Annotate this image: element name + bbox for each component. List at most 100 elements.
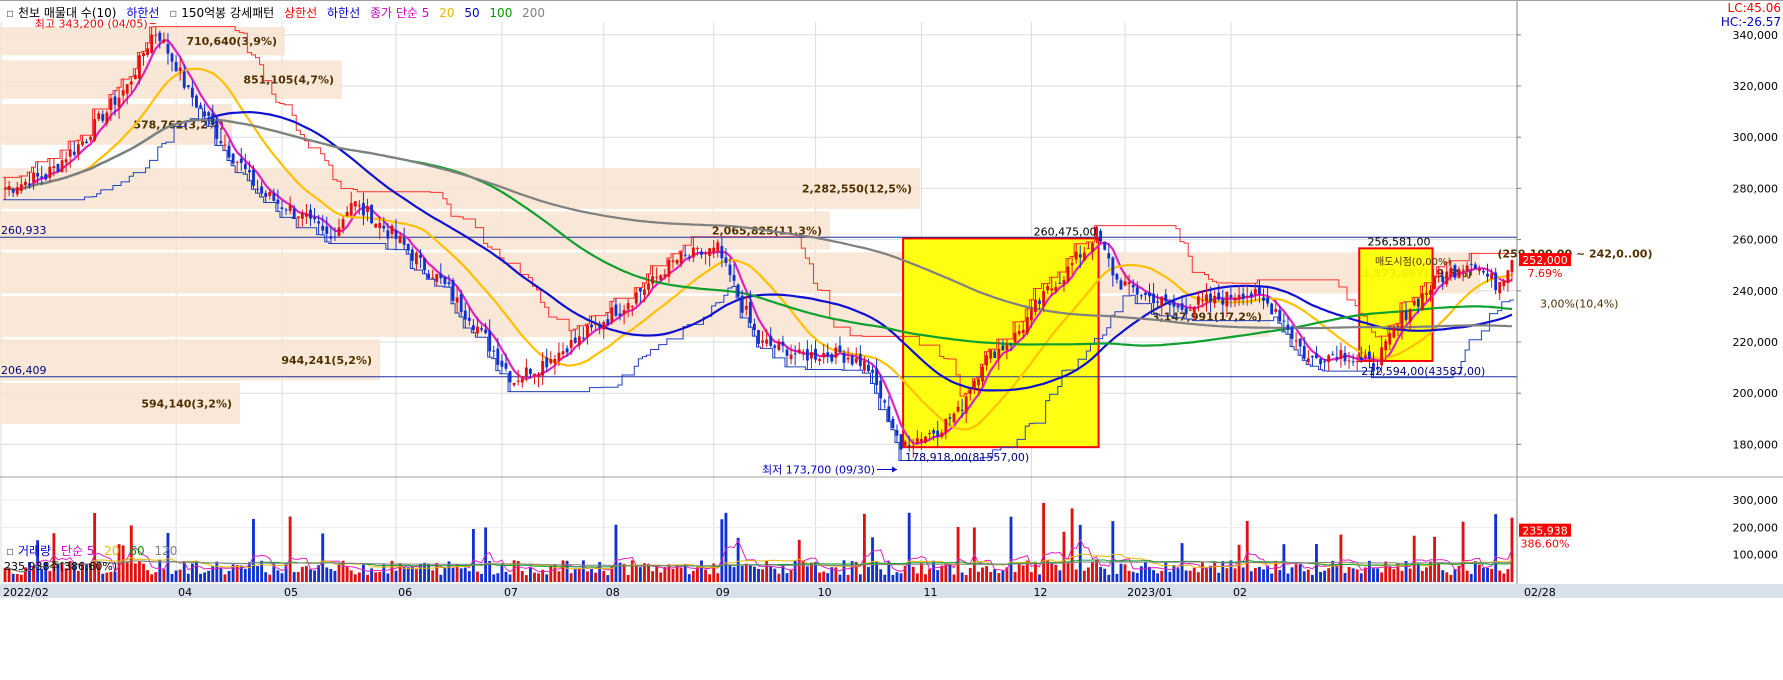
- candle-body: [830, 354, 834, 362]
- volume-bar: [1054, 564, 1058, 582]
- stock-chart[interactable]: 710,640(3,9%)851,105(4,7%)578,762(3,2%)2…: [0, 0, 1783, 680]
- legend-item: 150억봉 강세패턴: [181, 6, 274, 20]
- candle-body: [56, 164, 60, 172]
- volume-bar: [993, 569, 997, 582]
- volume-bar: [748, 565, 752, 582]
- volume-bar: [1416, 563, 1420, 582]
- candle-body: [272, 193, 276, 201]
- sell-point-label: 매도시점(0,00%): [1375, 256, 1451, 268]
- candle-body: [1506, 270, 1510, 283]
- candle-body: [1510, 260, 1514, 273]
- pattern-return-label: 3,00%(10,4%): [1540, 297, 1618, 310]
- legend-item: 100: [489, 6, 512, 20]
- price-tick-label: 240,000: [1733, 285, 1779, 298]
- candle-body: [577, 336, 581, 346]
- volume-value-label: 235,938주(386,60%): [4, 560, 117, 573]
- candle-body: [504, 363, 508, 369]
- candle-body: [133, 74, 137, 80]
- volume-bar: [1270, 573, 1274, 582]
- volume-bar: [858, 574, 862, 582]
- candle-body: [977, 378, 980, 386]
- pattern-high-label: 260,475,00: [1034, 225, 1097, 238]
- candle-body: [1013, 332, 1017, 343]
- candle-body: [11, 189, 15, 193]
- volume-bar: [569, 573, 573, 582]
- volume-bar: [1433, 536, 1437, 582]
- volume-bar: [740, 565, 744, 582]
- candle-body: [1025, 317, 1029, 334]
- volume-bar: [581, 560, 585, 582]
- candle-body: [936, 430, 940, 437]
- candle-body: [1482, 270, 1485, 273]
- volume-bar: [113, 571, 117, 582]
- volume-bar: [1347, 567, 1351, 582]
- candle-body: [822, 352, 826, 358]
- candle-body: [838, 345, 842, 352]
- volume-bar: [1123, 564, 1127, 582]
- price-tick-label: 280,000: [1733, 182, 1779, 195]
- candle-body: [1355, 361, 1359, 363]
- candle-body: [810, 352, 813, 359]
- volume-bar: [647, 564, 650, 582]
- candle-body: [219, 141, 223, 144]
- candle-body: [1502, 280, 1506, 287]
- candle-body: [32, 172, 35, 183]
- legend-item: 하한선: [126, 6, 159, 20]
- volume-bar: [1339, 534, 1343, 582]
- x-axis-bar: [0, 584, 1783, 598]
- candle-body: [284, 209, 288, 211]
- candle-body: [610, 307, 614, 323]
- volume-bar: [977, 571, 980, 582]
- candle-body: [818, 358, 822, 362]
- candle-body: [789, 354, 793, 360]
- volume-bar: [573, 569, 577, 582]
- candle-body: [903, 441, 907, 446]
- candle-body: [89, 136, 92, 140]
- candle-body: [858, 353, 862, 367]
- volume-bar: [500, 563, 504, 582]
- volume-bar: [1119, 563, 1123, 582]
- candle-body: [915, 438, 919, 443]
- candle-body: [455, 297, 459, 303]
- candle-body: [492, 350, 496, 352]
- candle-body: [907, 445, 911, 447]
- candle-body: [1164, 294, 1168, 302]
- candle-body: [390, 225, 394, 235]
- volume-bar: [549, 565, 553, 582]
- volume-bar: [1425, 567, 1428, 582]
- volume-bar: [142, 563, 145, 582]
- candle-body: [231, 153, 235, 164]
- candle-body: [964, 396, 968, 414]
- candle-body: [867, 364, 870, 372]
- candle-body: [1319, 359, 1322, 365]
- candle-body: [154, 34, 158, 36]
- candle-body: [777, 341, 781, 350]
- candle-body: [447, 282, 451, 285]
- candle-body: [1225, 291, 1229, 307]
- volume-profile-label: 2,282,550(12,5%): [802, 182, 912, 195]
- volume-bar: [838, 574, 842, 582]
- volume-bar: [1021, 565, 1025, 582]
- candle-body: [252, 169, 255, 186]
- price-tick-label: 300,000: [1733, 131, 1779, 144]
- candle-body: [427, 273, 431, 279]
- candle-body: [386, 230, 390, 239]
- candle-body: [341, 219, 345, 229]
- volume-bar: [1086, 567, 1090, 582]
- candle-body: [1425, 292, 1428, 295]
- candle-body: [691, 247, 695, 258]
- candle-body: [243, 163, 247, 170]
- volume-bar: [195, 561, 198, 582]
- candle-body: [761, 340, 764, 343]
- candle-body: [728, 264, 732, 276]
- volume-bar: [1502, 573, 1506, 582]
- volume-bar: [105, 572, 109, 582]
- volume-bar: [1099, 566, 1103, 582]
- candle-body: [178, 67, 182, 72]
- pattern-low-label: 212,594,00(43587,00): [1361, 365, 1485, 378]
- candle-body: [1176, 305, 1180, 308]
- candle-body: [883, 400, 887, 403]
- candle-body: [655, 276, 659, 278]
- candle-body: [394, 230, 398, 239]
- volume-bar: [789, 569, 793, 582]
